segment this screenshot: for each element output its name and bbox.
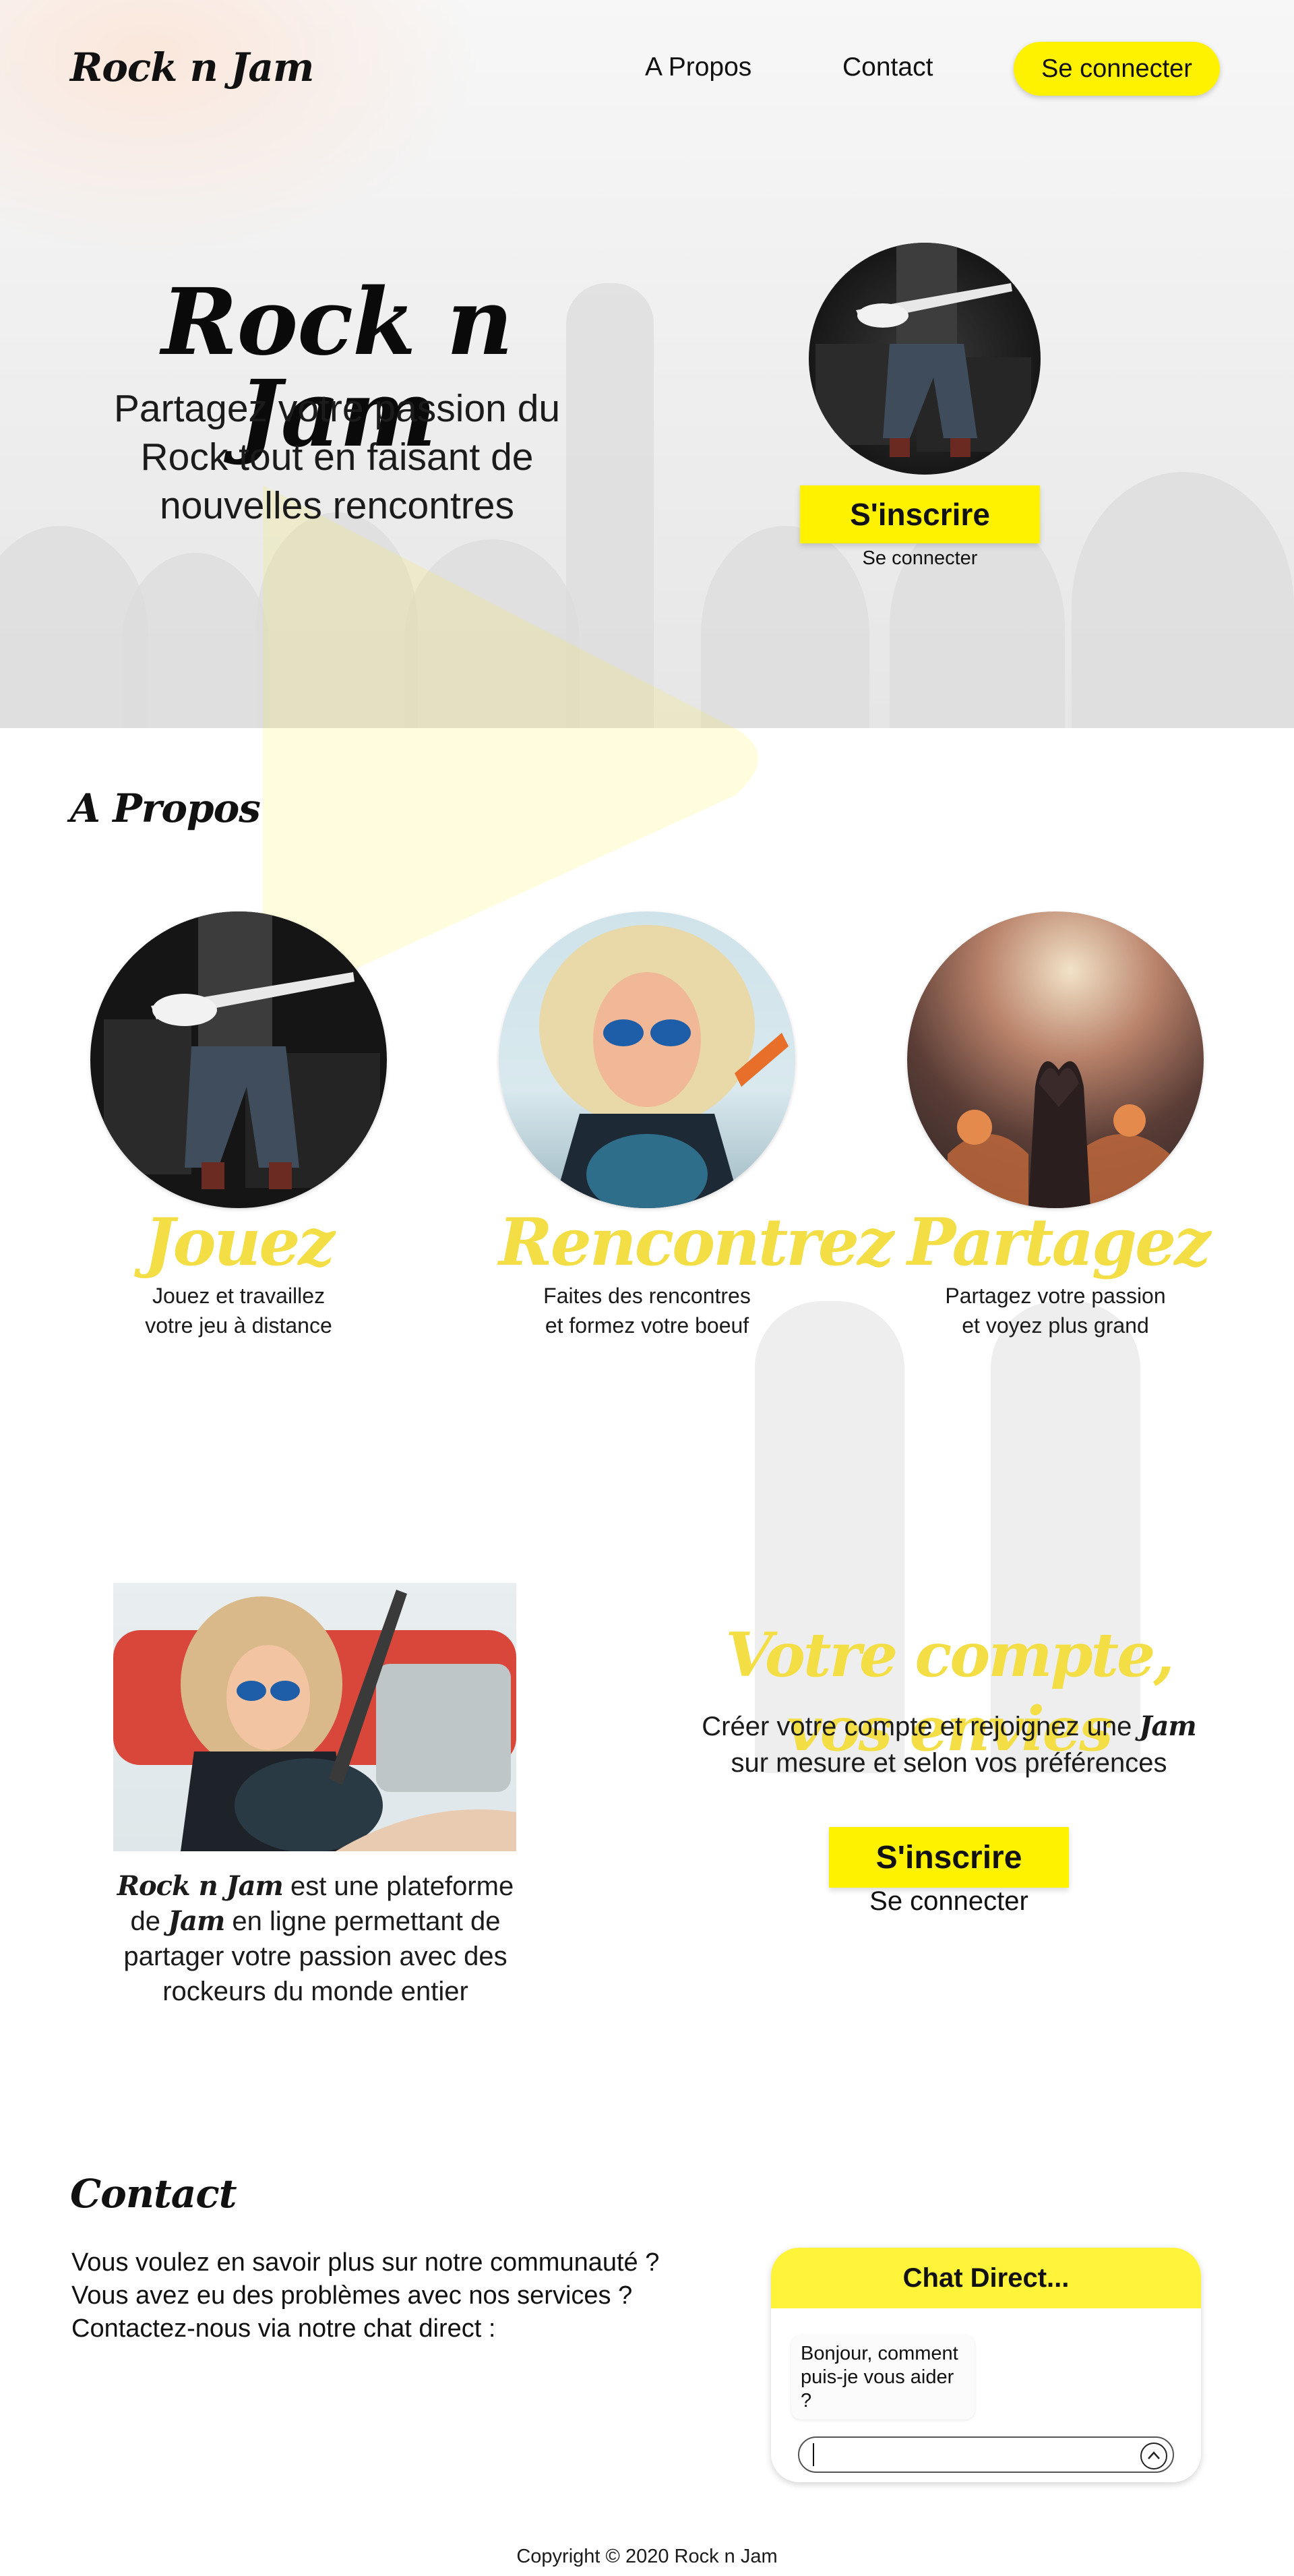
feature-jouez-title: Jouez (144, 1204, 335, 1280)
feature-rencontrez-title: Rencontrez (499, 1204, 894, 1280)
hero-tagline: Partagez votre passion du Rock tout en f… (113, 387, 561, 527)
nav-logo[interactable]: Rock n Jam (70, 44, 314, 90)
feature-jouez-description: Jouez et travaillez votre jeu à distance (90, 1281, 387, 1340)
hero-guitarist-photo (809, 243, 1041, 475)
chat-bot-message: Bonjour, comment puis-je vous aider ? (791, 2335, 975, 2420)
feature-jouez-photo (90, 911, 387, 1208)
chat-send-button[interactable] (1140, 2443, 1167, 2469)
chat-header: Chat Direct... (771, 2248, 1201, 2308)
platform-jam-word: Jam (168, 1905, 225, 1937)
contact-line-1: Vous voulez en savoir plus sur notre com… (71, 2248, 660, 2277)
nav-link-a-propos[interactable]: A Propos (645, 53, 751, 82)
feature-rencontrez: Rencontrez Faites des rencontres et form… (499, 911, 894, 1340)
chevron-up-icon (1147, 2451, 1161, 2462)
account-desc-jam-word: Jam (1139, 1710, 1197, 1742)
chat-bot-message-line1: Bonjour, comment (801, 2343, 958, 2364)
contact-line-2: Vous avez eu des problèmes avec nos serv… (71, 2281, 633, 2310)
contact-text: Vous voulez en savoir plus sur notre com… (71, 2246, 745, 2345)
nav-login-button[interactable]: Se connecter (1014, 42, 1220, 96)
feature-partagez-desc-line1: Partagez votre passion (945, 1284, 1166, 1308)
feature-jouez: Jouez Jouez et travaillez votre jeu à di… (90, 911, 387, 1340)
chat-bot-message-line2: puis-je vous aider ? (801, 2366, 954, 2412)
footer-copyright: Copyright © 2020 Rock n Jam (516, 2546, 778, 2567)
contact-line-3: Contactez-nous via notre chat direct : (71, 2314, 496, 2343)
feature-partagez-title: Partagez (907, 1204, 1211, 1280)
platform-brand: Rock n Jam (117, 1870, 284, 1902)
account-login-link[interactable]: Se connecter (829, 1886, 1069, 1917)
hero-signup-button[interactable]: S'inscrire (800, 485, 1040, 543)
account-desc-part1: Créer votre compte et rejoignez une (702, 1712, 1140, 1741)
feature-rencontrez-photo (499, 911, 795, 1208)
feature-rencontrez-description: Faites des rencontres et formez votre bo… (499, 1281, 795, 1340)
about-heading: A Propos (70, 785, 261, 831)
chat-input-container (798, 2436, 1174, 2473)
account-signup-button[interactable]: S'inscrire (829, 1827, 1069, 1888)
feature-jouez-desc-line2: votre jeu à distance (145, 1313, 332, 1338)
chat-widget: Chat Direct... Bonjour, comment puis-je … (771, 2248, 1201, 2482)
chat-input[interactable] (813, 2443, 1130, 2466)
hero-login-link[interactable]: Se connecter (800, 547, 1040, 570)
account-desc-part2: sur mesure et selon vos préférences (731, 1748, 1167, 1778)
contact-heading: Contact (70, 2171, 237, 2217)
account-guitarist-photo (113, 1583, 516, 1851)
feature-partagez-desc-line2: et voyez plus grand (962, 1313, 1149, 1338)
nav-link-contact[interactable]: Contact (842, 53, 933, 82)
feature-partagez-photo (907, 911, 1204, 1208)
account-description: Créer votre compte et rejoignez une Jam … (686, 1708, 1212, 1781)
platform-description: Rock n Jam est une plateforme de Jam en … (101, 1869, 530, 2009)
feature-partagez-description: Partagez votre passion et voyez plus gra… (907, 1281, 1204, 1340)
feature-rencontrez-desc-line2: et formez votre boeuf (545, 1313, 749, 1338)
feature-rencontrez-desc-line1: Faites des rencontres (543, 1284, 751, 1308)
feature-jouez-desc-line1: Jouez et travaillez (152, 1284, 326, 1308)
feature-partagez: Partagez Partagez votre passion et voyez… (907, 911, 1211, 1340)
